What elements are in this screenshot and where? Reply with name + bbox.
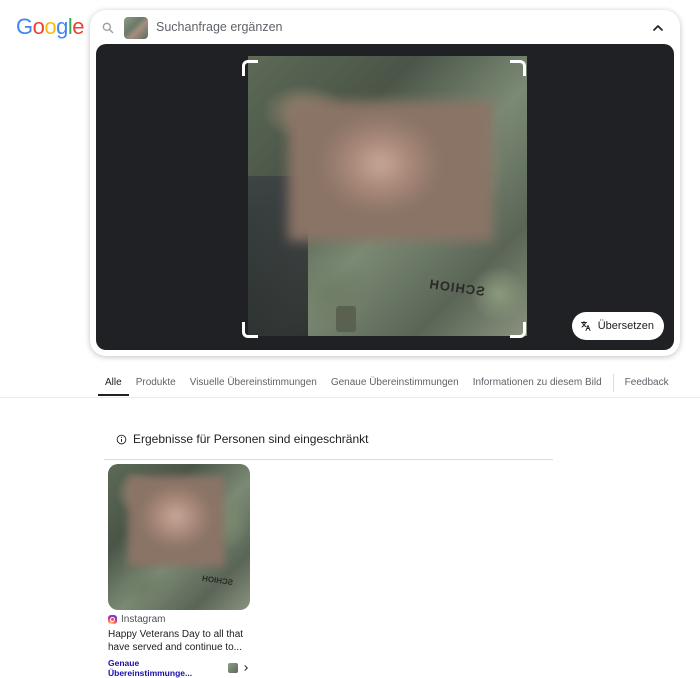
result-card[interactable]: SCHIOH Instagram Happy Veterans Day to a… [108, 464, 250, 678]
tab-produkte[interactable]: Produkte [129, 372, 183, 396]
match-thumbnail [228, 663, 239, 673]
result-title[interactable]: Happy Veterans Day to all that have serv… [108, 629, 248, 654]
notice-divider [104, 459, 553, 460]
tab-divider [612, 374, 614, 392]
chevron-right-icon [244, 665, 248, 671]
restricted-results-notice: Ergebnisse für Personen sind eingeschrän… [116, 432, 368, 446]
logo-letter: e [72, 14, 85, 39]
result-tabs: Alle Produkte Visuelle Übereinstimmungen… [98, 372, 676, 398]
chevron-up-icon[interactable] [650, 20, 666, 36]
tabs-divider [0, 397, 700, 398]
tab-feedback[interactable]: Feedback [618, 372, 676, 396]
crop-handle-bottom-left[interactable] [242, 322, 258, 338]
crop-handle-bottom-right[interactable] [510, 322, 526, 338]
logo-letter: g [56, 14, 68, 39]
logo-letter: o [44, 14, 57, 39]
name-tape-text: SCHIOH [201, 573, 234, 588]
google-logo[interactable]: Google [16, 14, 85, 40]
result-image[interactable]: SCHIOH [108, 464, 250, 610]
logo-letter: o [32, 14, 45, 39]
info-icon [116, 434, 127, 444]
logo-letter: G [16, 14, 33, 39]
tab-informationen[interactable]: Informationen zu diesem Bild [466, 372, 609, 396]
translate-icon [580, 321, 591, 331]
search-bar[interactable]: Suchanfrage ergänzen [90, 10, 680, 46]
tab-genaue-uebereinstimmungen[interactable]: Genaue Übereinstimmungen [324, 372, 466, 396]
tab-visuelle-uebereinstimmungen[interactable]: Visuelle Übereinstimmungen [183, 372, 324, 396]
blurred-face [128, 476, 224, 566]
query-image: SCHIOH [248, 56, 527, 336]
tab-alle[interactable]: Alle [98, 372, 129, 396]
image-viewer: SCHIOH Übersetzen [96, 44, 674, 350]
blurred-face [288, 101, 493, 241]
lens-search-card: Suchanfrage ergänzen SCHIOH Übersetzen [90, 10, 680, 356]
translate-label: Übersetzen [597, 320, 654, 332]
source-name: Instagram [121, 614, 166, 625]
name-tape: SCHIOH [202, 574, 234, 587]
instagram-icon [108, 615, 117, 624]
name-tape-text: SCHIOH [427, 276, 486, 299]
crop-handle-top-left[interactable] [242, 60, 258, 76]
notice-text: Ergebnisse für Personen sind eingeschrän… [133, 432, 369, 446]
query-image-thumbnail[interactable] [124, 17, 148, 39]
translate-button[interactable]: Übersetzen [571, 312, 664, 340]
crop-handle-top-right[interactable] [510, 60, 526, 76]
exact-matches-label: Genaue Übereinstimmunge... [108, 658, 193, 678]
search-icon [102, 22, 114, 34]
rank-patch [336, 306, 356, 332]
result-source[interactable]: Instagram [108, 614, 250, 625]
search-input[interactable]: Suchanfrage ergänzen [156, 20, 282, 34]
exact-matches-link[interactable]: Genaue Übereinstimmunge... [108, 658, 250, 678]
name-tape: SCHIOH [427, 276, 499, 306]
